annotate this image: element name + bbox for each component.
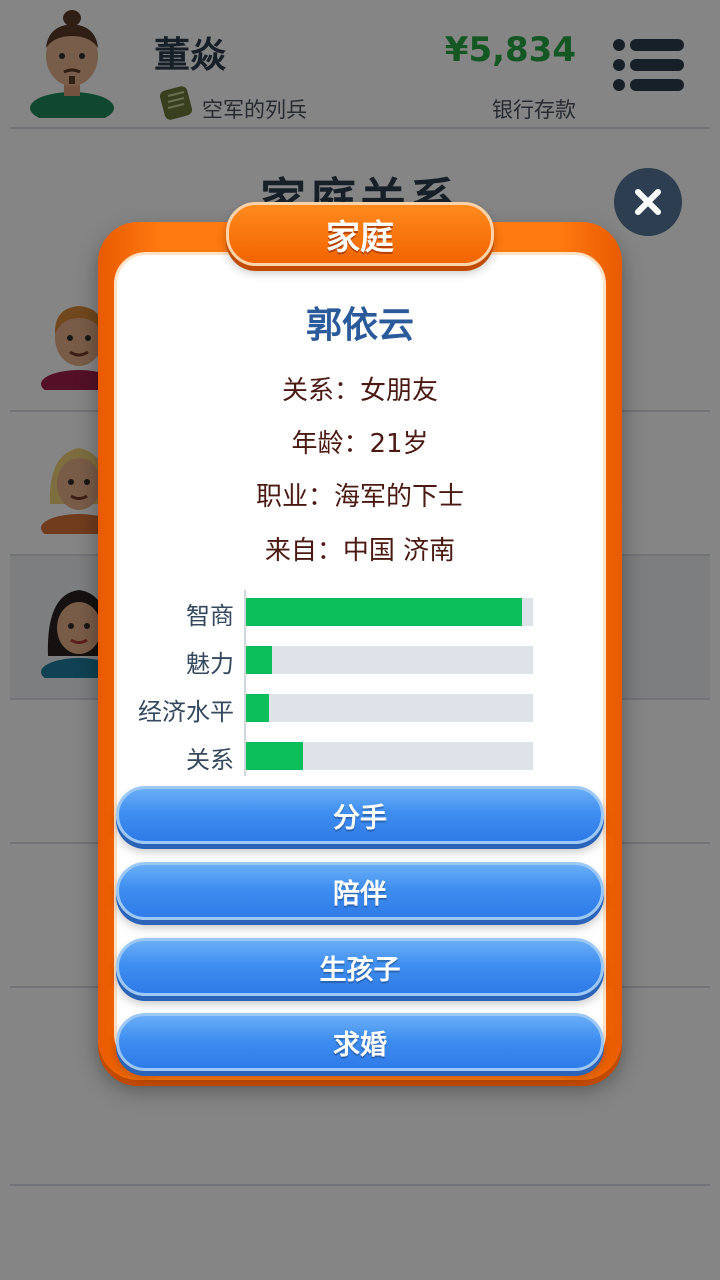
stat-bar-charm — [246, 646, 533, 674]
stat-label-charm: 魅力 — [186, 650, 234, 678]
stat-label-iq: 智商 — [186, 602, 234, 630]
stat-fill-wealth — [246, 694, 269, 722]
stat-bar-wealth — [246, 694, 533, 722]
age-info: 年龄：21岁 — [291, 429, 429, 459]
have-child-label: 生孩子 — [319, 954, 401, 986]
propose-label: 求婚 — [333, 1029, 387, 1061]
have-child-button[interactable]: 生孩子 — [116, 938, 604, 996]
stat-fill-charm — [246, 646, 272, 674]
person-name: 郭依云 — [305, 305, 414, 346]
relation-info: 关系：女朋友 — [281, 376, 438, 406]
dialog-title-tab: 家庭 — [226, 202, 494, 266]
accompany-button[interactable]: 陪伴 — [116, 862, 604, 920]
break-up-label: 分手 — [333, 802, 387, 834]
accompany-label: 陪伴 — [333, 878, 387, 910]
stat-bar-iq — [246, 598, 533, 626]
stat-fill-iq — [246, 598, 522, 626]
job-info: 职业：海军的下士 — [255, 482, 464, 512]
dialog-title: 家庭 — [326, 217, 394, 258]
hometown-info: 来自：中国 济南 — [264, 536, 456, 566]
break-up-button[interactable]: 分手 — [116, 786, 604, 844]
stat-label-wealth: 经济水平 — [138, 698, 234, 726]
stat-label-relationship: 关系 — [186, 746, 234, 774]
close-button[interactable] — [614, 168, 682, 236]
stat-bar-relationship — [246, 742, 533, 770]
stat-fill-relationship — [246, 742, 304, 770]
propose-button[interactable]: 求婚 — [116, 1013, 604, 1071]
close-icon — [635, 189, 661, 215]
